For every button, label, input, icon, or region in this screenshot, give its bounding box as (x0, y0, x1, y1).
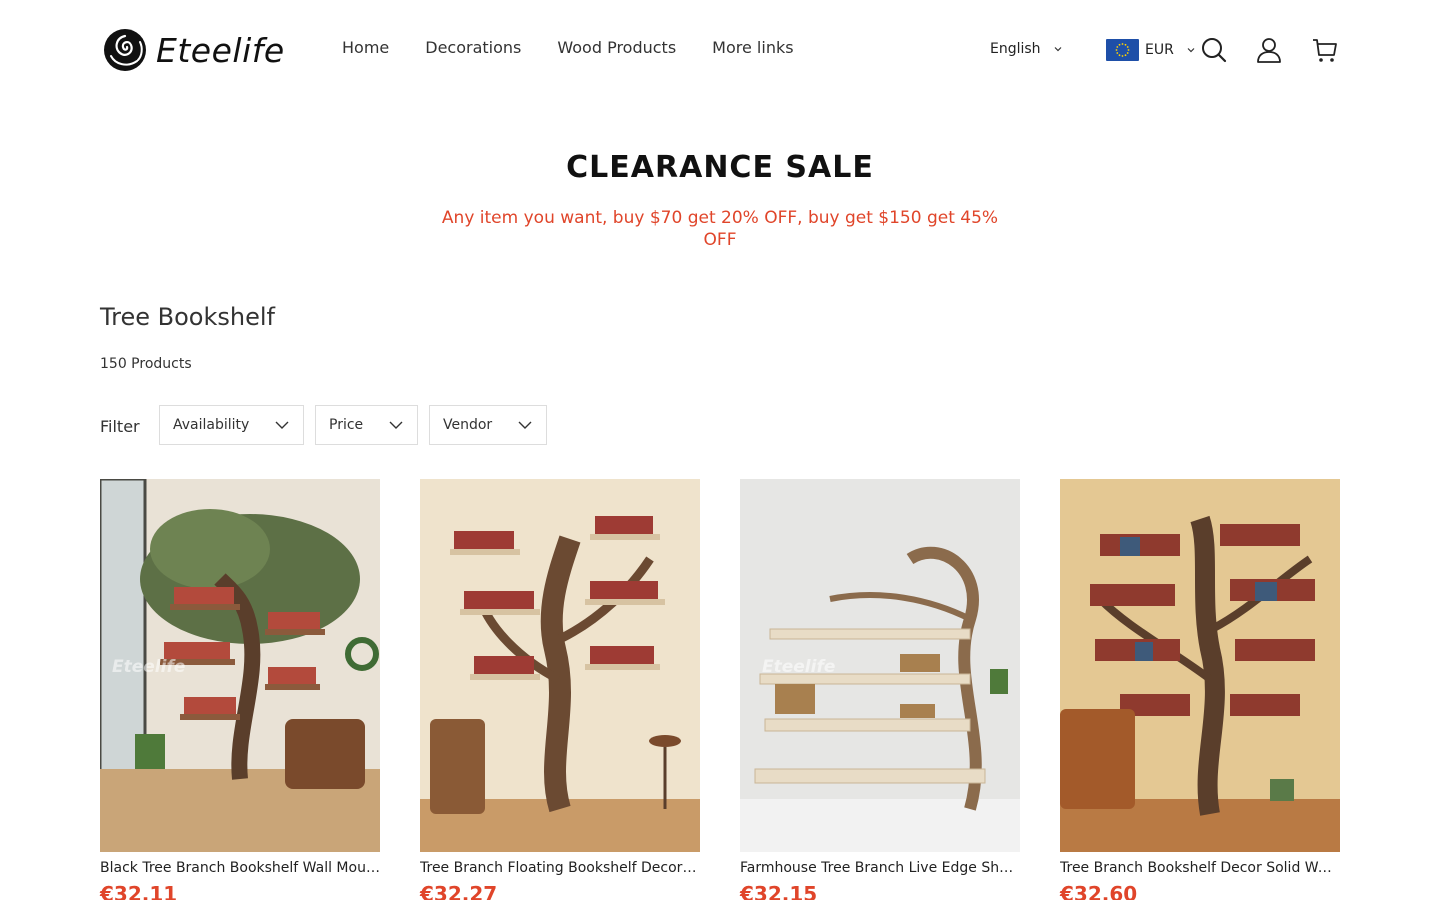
chevron-down-icon (1054, 47, 1061, 52)
rose-logo-icon (104, 29, 146, 71)
product-image[interactable] (1060, 479, 1340, 852)
search-icon[interactable] (1200, 36, 1228, 64)
filter-vendor[interactable]: Vendor (429, 405, 547, 445)
nav-item-home[interactable]: Home (342, 38, 389, 57)
currency-selector[interactable]: EUR (1106, 39, 1196, 61)
product-price: €32,15 (740, 882, 818, 900)
product-name[interactable]: Tree Branch Bookshelf Decor Solid Wood W… (1060, 860, 1340, 876)
nav-item-wood-products[interactable]: Wood Products (557, 38, 676, 57)
chevron-down-icon (275, 421, 289, 429)
filter-availability[interactable]: Availability (159, 405, 304, 445)
account-icon[interactable] (1255, 36, 1283, 64)
brand-logo[interactable]: Eteelife (100, 26, 285, 74)
main-nav: Home Decorations Wood Products More link… (342, 38, 794, 57)
chevron-down-icon (1187, 48, 1195, 53)
filter-label: Filter (100, 417, 140, 436)
chevron-down-icon (518, 421, 532, 429)
product-count: 150 Products (100, 356, 192, 372)
brand-name: Eteelife (156, 30, 285, 70)
product-price: €32,11 (100, 882, 178, 900)
promo-title: CLEARANCE SALE (566, 150, 874, 185)
eu-flag-icon (1106, 39, 1139, 61)
product-price: €32,60 (1060, 882, 1138, 900)
cart-icon[interactable] (1311, 36, 1339, 64)
product-name[interactable]: Tree Branch Floating Bookshelf Decorativ… (420, 860, 700, 876)
promo-subtitle: Any item you want, buy $70 get 20% OFF, … (441, 208, 999, 250)
product-watermark: Eteelife (112, 657, 186, 677)
product-image[interactable] (420, 479, 700, 852)
product-watermark: Eteelife (762, 657, 836, 677)
product-price: €32,27 (420, 882, 498, 900)
filter-vendor-label: Vendor (443, 417, 493, 433)
language-selector[interactable]: English (990, 41, 1063, 57)
product-name[interactable]: Black Tree Branch Bookshelf Wall Mounted… (100, 860, 380, 876)
product-image[interactable]: Eteelife (100, 479, 380, 852)
product-card[interactable]: Eteelife Farmhouse Tree Branch Live Edge… (740, 479, 1020, 900)
product-name[interactable]: Farmhouse Tree Branch Live Edge Shelf Bo… (740, 860, 1020, 876)
nav-item-more-links[interactable]: More links (712, 38, 793, 57)
chevron-down-icon (389, 421, 403, 429)
language-label: English (990, 41, 1041, 57)
filter-price[interactable]: Price (315, 405, 418, 445)
product-card[interactable]: Tree Branch Floating Bookshelf Decorativ… (420, 479, 700, 900)
product-card[interactable]: Eteelife Black Tree Branch Bookshelf Wal… (100, 479, 380, 900)
nav-item-decorations[interactable]: Decorations (425, 38, 521, 57)
currency-label: EUR (1145, 42, 1174, 58)
filter-availability-label: Availability (173, 417, 250, 433)
site-header: Eteelife Home Decorations Wood Products … (0, 0, 1440, 100)
collection-title: Tree Bookshelf (100, 303, 275, 331)
product-card[interactable]: Tree Branch Bookshelf Decor Solid Wood W… (1060, 479, 1340, 900)
product-image[interactable]: Eteelife (740, 479, 1020, 852)
filter-price-label: Price (329, 417, 364, 433)
